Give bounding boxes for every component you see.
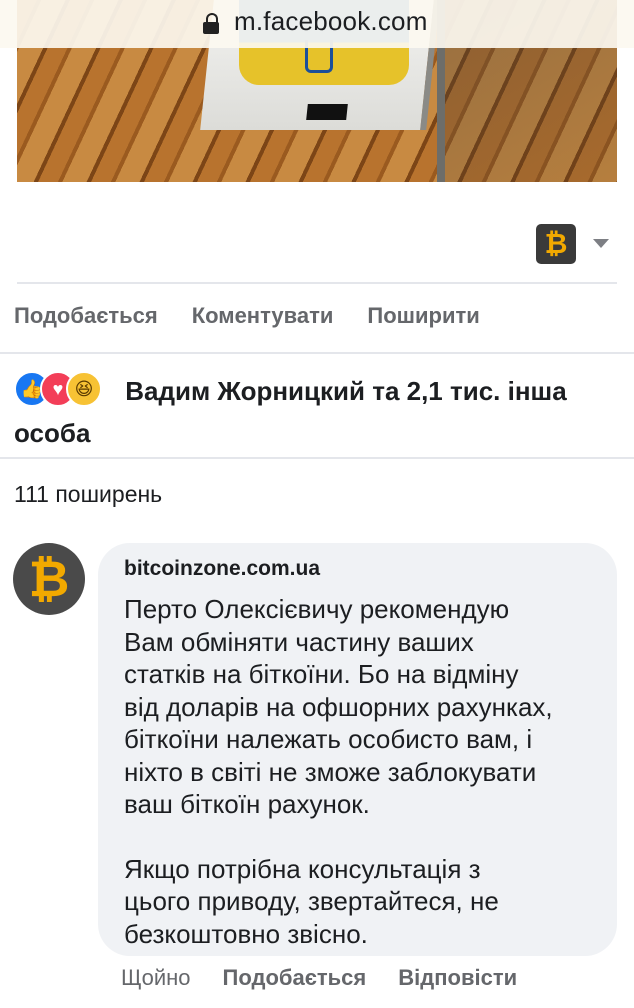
haha-icon: 😆	[66, 371, 102, 407]
ballot-slot	[306, 104, 348, 120]
like-button[interactable]: Подобається	[14, 303, 158, 333]
browser-address-bar[interactable]: m.facebook.com	[0, 0, 634, 48]
divider	[17, 282, 617, 284]
reaction-picker[interactable]: ₿	[536, 224, 616, 264]
bitcoin-icon: ₿	[28, 551, 70, 607]
comment-timestamp: Щойно	[121, 965, 191, 990]
divider	[0, 457, 634, 459]
lock-icon	[203, 13, 221, 34]
comment-bubble[interactable]: bitcoinzone.com.ua Перто Олексієвичу рек…	[98, 543, 617, 956]
comment-avatar[interactable]: ₿	[13, 543, 85, 615]
divider	[0, 352, 634, 354]
reactions-summary[interactable]: 👍 ♥ 😆 Вадим Жорницкий та 2,1 тис. інша о…	[14, 370, 614, 454]
comment-paragraph: Якщо потрібна консультація з цього приво…	[124, 853, 499, 949]
chevron-down-icon[interactable]	[593, 239, 609, 248]
shares-count[interactable]: 111 поширень	[14, 481, 162, 508]
comment-reply-button[interactable]: Відповісти	[398, 965, 517, 991]
bitcoin-icon[interactable]: ₿	[536, 224, 576, 264]
post-action-bar: Подобається Коментувати Поширити	[14, 303, 480, 333]
comment-like-button[interactable]: Подобається	[223, 965, 367, 991]
facebook-mobile-post: m.facebook.com ₿ Подобається Коментувати…	[0, 0, 634, 1008]
reaction-icons: 👍 ♥ 😆	[14, 371, 118, 407]
comment-author[interactable]: bitcoinzone.com.ua	[124, 557, 591, 581]
comment-action-bar: Щойно Подобається Відповісти	[121, 965, 517, 991]
share-button[interactable]: Поширити	[367, 303, 479, 333]
comment-paragraph: Перто Олексієвичу рекомендую Вам обмінят…	[124, 594, 553, 819]
address-url[interactable]: m.facebook.com	[234, 6, 428, 37]
comment-button[interactable]: Коментувати	[192, 303, 334, 333]
